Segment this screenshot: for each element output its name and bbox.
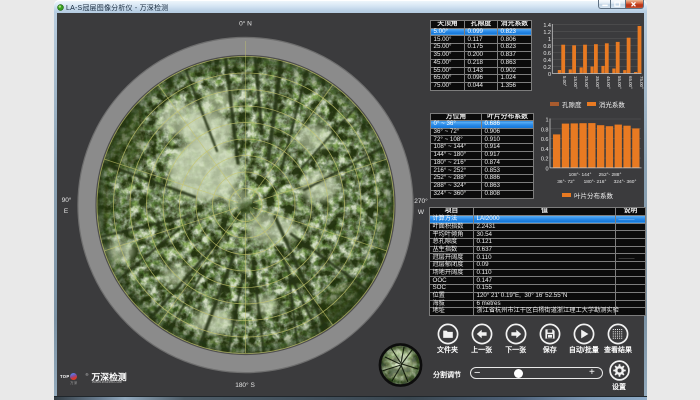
svg-text:324°- 360°: 324°- 360° (614, 179, 637, 185)
svg-text:1: 1 (548, 37, 551, 43)
svg-text:55.00°: 55.00° (617, 76, 622, 89)
svg-text:0.6: 0.6 (541, 137, 549, 143)
svg-text:0.4: 0.4 (541, 147, 549, 153)
svg-text:0.6: 0.6 (543, 51, 551, 57)
svg-text:E: E (63, 208, 68, 215)
svg-text:45.00°: 45.00° (606, 76, 611, 89)
svg-text:1: 1 (545, 118, 548, 124)
svg-text:36°- 72°: 36°- 72° (557, 179, 575, 185)
svg-text:0.2: 0.2 (541, 157, 549, 163)
svg-text:0: 0 (548, 72, 551, 78)
svg-text:75.00°: 75.00° (639, 76, 644, 89)
svg-text:0.8: 0.8 (543, 44, 551, 50)
svg-text:0: 0 (545, 166, 548, 172)
svg-text:108°- 144°: 108°- 144° (569, 172, 592, 178)
svg-text:180° S: 180° S (235, 381, 255, 389)
svg-text:0.8: 0.8 (541, 127, 549, 133)
svg-text:0.4: 0.4 (543, 58, 551, 64)
svg-text:25.00°: 25.00° (584, 76, 589, 89)
svg-text:15.00°: 15.00° (573, 76, 578, 89)
svg-text:270°: 270° (414, 197, 428, 205)
svg-text:90°: 90° (61, 196, 71, 204)
svg-text:W: W (417, 209, 424, 216)
svg-text:0° N: 0° N (239, 20, 252, 28)
svg-text:5.00°: 5.00° (562, 76, 567, 87)
svg-text:252°- 288°: 252°- 288° (599, 172, 622, 178)
svg-text:65.00°: 65.00° (628, 76, 633, 89)
svg-text:180°- 216°: 180°- 216° (584, 179, 607, 185)
svg-text:0.2: 0.2 (543, 65, 551, 71)
svg-text:35.00°: 35.00° (595, 76, 600, 89)
svg-text:1.4: 1.4 (543, 23, 551, 29)
svg-text:1.2: 1.2 (543, 30, 551, 36)
